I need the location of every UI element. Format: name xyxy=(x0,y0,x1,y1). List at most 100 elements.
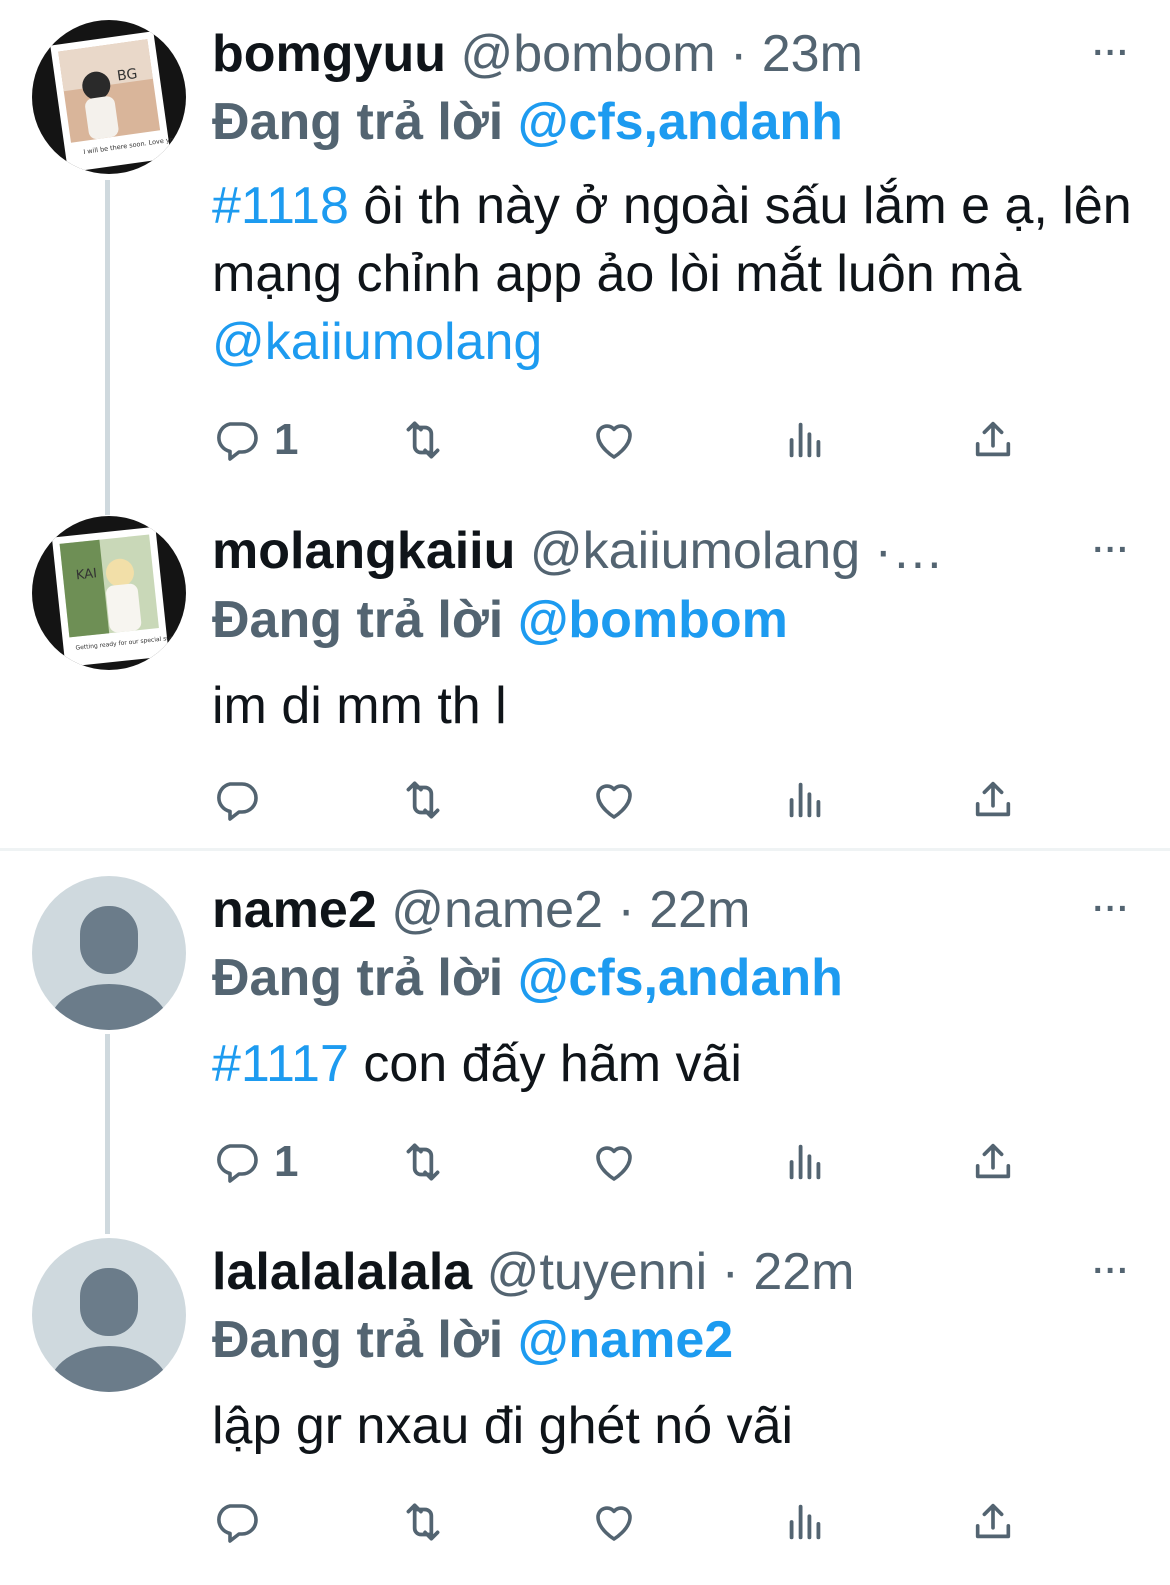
like-button[interactable] xyxy=(590,410,638,470)
views-icon xyxy=(782,1499,828,1545)
tweet-header: lalalalalala @tuyenni · 22m xyxy=(212,1242,1150,1302)
tweet-text: lập gr nxau đi ghét nó vãi xyxy=(212,1397,794,1455)
polaroid-photo-icon: BG I will be there soon. Love you MoA! xyxy=(50,31,186,173)
reply-button[interactable]: 1 xyxy=(212,410,298,470)
hashtag-link[interactable]: #1118 xyxy=(212,177,349,235)
views-button[interactable] xyxy=(782,770,828,830)
handle[interactable]: @kaiiumolang xyxy=(530,522,860,580)
reply-prefix: Đang trả lời xyxy=(212,591,504,649)
more-options-icon[interactable]: ··· xyxy=(1093,1252,1130,1291)
default-avatar-icon xyxy=(49,1268,169,1392)
avatar[interactable]: KAI Getting ready for our special summer… xyxy=(32,516,186,670)
share-icon xyxy=(970,417,1016,463)
thread-connector-line xyxy=(105,180,110,515)
display-name[interactable]: bomgyuu xyxy=(212,25,446,83)
like-button[interactable] xyxy=(590,1132,638,1192)
retweet-button[interactable] xyxy=(398,410,448,470)
reply-to-mention[interactable]: @bombom xyxy=(518,591,788,649)
action-bar xyxy=(212,1492,1032,1552)
hashtag-link[interactable]: #1117 xyxy=(212,1035,349,1093)
reply-count: 1 xyxy=(274,1137,299,1186)
like-button[interactable] xyxy=(590,770,638,830)
reply-button[interactable] xyxy=(212,770,260,830)
display-name[interactable]: name2 xyxy=(212,881,377,939)
polaroid-photo-icon: KAI Getting ready for our special summer… xyxy=(51,526,186,667)
reply-prefix: Đang trả lời xyxy=(212,1311,504,1369)
reply-prefix: Đang trả lời xyxy=(212,949,504,1007)
retweet-button[interactable] xyxy=(398,1132,448,1192)
thread-connector-line xyxy=(105,1034,110,1234)
reply-icon xyxy=(212,416,260,464)
mention-link[interactable]: @kaiiumolang xyxy=(212,313,542,371)
svg-text:BG: BG xyxy=(116,66,138,85)
share-button[interactable] xyxy=(970,1492,1016,1552)
timestamp[interactable]: 23m xyxy=(762,25,863,83)
handle[interactable]: @name2 xyxy=(391,881,603,939)
retweet-button[interactable] xyxy=(398,770,448,830)
views-icon xyxy=(782,1139,828,1185)
views-icon xyxy=(782,777,828,823)
reply-icon xyxy=(212,1138,260,1186)
separator: · xyxy=(603,881,650,939)
views-button[interactable] xyxy=(782,1492,828,1552)
retweet-icon xyxy=(398,1137,448,1187)
display-name[interactable]: molangkaiiu xyxy=(212,522,515,580)
action-bar xyxy=(212,770,1032,830)
tweet-header: molangkaiiu @kaiiumolang ·… xyxy=(212,521,1150,581)
reply-icon xyxy=(212,1498,260,1546)
replying-to: Đang trả lời @cfs,andanh xyxy=(212,92,843,152)
share-icon xyxy=(970,777,1016,823)
share-button[interactable] xyxy=(970,410,1016,470)
more-options-icon[interactable]: ··· xyxy=(1093,34,1130,73)
share-button[interactable] xyxy=(970,1132,1016,1192)
display-name[interactable]: lalalalalala xyxy=(212,1243,472,1301)
action-bar: 1 xyxy=(212,1132,1032,1192)
tweet-header: name2 @name2 · 22m xyxy=(212,880,1150,940)
svg-text:KAI: KAI xyxy=(75,566,97,583)
tweet-text: #1118 ôi th này ở ngoài sấu lắm e ạ, lên… xyxy=(212,172,1132,376)
views-icon xyxy=(782,417,828,463)
like-button[interactable] xyxy=(590,1492,638,1552)
replying-to: Đang trả lời @cfs,andanh xyxy=(212,948,843,1008)
avatar[interactable] xyxy=(32,876,186,1030)
separator: · xyxy=(715,25,762,83)
separator: · xyxy=(707,1243,754,1301)
retweet-icon xyxy=(398,415,448,465)
views-button[interactable] xyxy=(782,1132,828,1192)
more-options-icon[interactable]: ··· xyxy=(1093,531,1130,570)
tweet-header: bomgyuu @bombom · 23m xyxy=(212,24,1150,84)
reply-count: 1 xyxy=(274,415,299,464)
tweet-text-content: ôi th này ở ngoài sấu lắm e ạ, lên mạng … xyxy=(212,177,1132,303)
reply-to-mention[interactable]: @cfs,andanh xyxy=(518,93,843,151)
handle[interactable]: @tuyenni xyxy=(487,1243,707,1301)
retweet-icon xyxy=(398,775,448,825)
reply-prefix: Đang trả lời xyxy=(212,93,504,151)
more-options-icon[interactable]: ··· xyxy=(1093,890,1130,929)
like-icon xyxy=(590,1498,638,1546)
reply-icon xyxy=(212,776,260,824)
replying-to: Đang trả lời @bombom xyxy=(212,590,788,650)
reply-button[interactable]: 1 xyxy=(212,1132,298,1192)
tweet-text: im di mm th l xyxy=(212,677,507,735)
reply-to-mention[interactable]: @cfs,andanh xyxy=(518,949,843,1007)
avatar[interactable] xyxy=(32,1238,186,1392)
like-icon xyxy=(590,416,638,464)
handle[interactable]: @bombom xyxy=(460,25,715,83)
views-button[interactable] xyxy=(782,410,828,470)
share-icon xyxy=(970,1139,1016,1185)
default-avatar-icon xyxy=(49,906,169,1030)
timestamp[interactable]: 22m xyxy=(753,1243,854,1301)
reply-button[interactable] xyxy=(212,1492,260,1552)
retweet-button[interactable] xyxy=(398,1492,448,1552)
replying-to: Đang trả lời @name2 xyxy=(212,1310,733,1370)
timestamp[interactable]: 22m xyxy=(649,881,750,939)
like-icon xyxy=(590,1138,638,1186)
separator: ·… xyxy=(860,522,944,580)
share-button[interactable] xyxy=(970,770,1016,830)
action-bar: 1 xyxy=(212,410,1032,470)
reply-to-mention[interactable]: @name2 xyxy=(518,1311,733,1369)
tweet-text: #1117 con đấy hãm vãi xyxy=(212,1030,1132,1098)
avatar[interactable]: BG I will be there soon. Love you MoA! xyxy=(32,20,186,174)
tweet-text-content: con đấy hãm vãi xyxy=(348,1035,742,1093)
retweet-icon xyxy=(398,1497,448,1547)
